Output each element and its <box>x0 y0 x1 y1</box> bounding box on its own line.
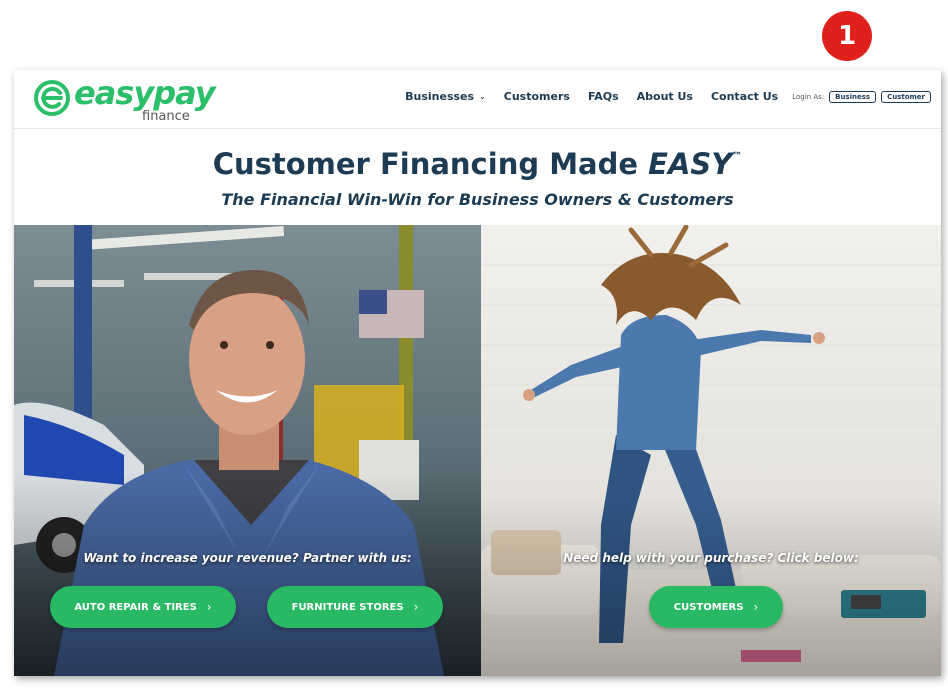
auto-repair-tires-label: AUTO REPAIR & TIRES <box>74 601 197 613</box>
easypay-e-icon <box>34 80 70 116</box>
furniture-stores-label: FURNITURE STORES <box>291 601 404 613</box>
customers-button[interactable]: CUSTOMERS › <box>649 586 783 628</box>
chevron-right-icon: › <box>753 600 759 614</box>
nav-businesses-label: Businesses <box>405 90 475 103</box>
login-group: Login As: Business Customer <box>792 90 931 103</box>
auto-repair-tires-button[interactable]: AUTO REPAIR & TIRES › <box>50 586 236 628</box>
step-marker-label: 1 <box>837 21 857 51</box>
main-nav: Businesses ⌄ Customers FAQs About Us Con… <box>405 90 931 103</box>
chevron-right-icon: › <box>206 600 212 614</box>
login-label: Login As: <box>792 92 825 101</box>
furniture-stores-button[interactable]: FURNITURE STORES › <box>267 586 443 628</box>
hero-title-prefix: Customer Financing Made <box>212 147 639 181</box>
chevron-down-icon: ⌄ <box>479 92 486 101</box>
customers-button-label: CUSTOMERS <box>673 601 744 613</box>
customer-panel: Need help with your purchase? Click belo… <box>481 225 941 676</box>
trademark-mark: ™ <box>732 151 743 162</box>
nav-customers[interactable]: Customers <box>504 90 570 103</box>
chevron-right-icon: › <box>413 600 419 614</box>
nav-businesses[interactable]: Businesses ⌄ <box>405 90 486 103</box>
customer-prompt: Need help with your purchase? Click belo… <box>563 551 859 565</box>
login-business-button[interactable]: Business <box>829 90 877 103</box>
hero-subtitle: The Financial Win-Win for Business Owner… <box>221 190 734 209</box>
step-marker: 1 <box>822 11 872 61</box>
nav-about-us[interactable]: About Us <box>637 90 693 103</box>
site-header: easypay finance Businesses ⌄ Customers F… <box>14 70 941 129</box>
business-panel: Want to increase your revenue? Partner w… <box>14 225 481 676</box>
hero-title: Customer Financing Made EASY™ <box>14 147 941 181</box>
logo-wordmark: easypay <box>74 74 216 112</box>
hero-title-emph: EASY <box>648 147 733 181</box>
nav-contact-us[interactable]: Contact Us <box>711 90 778 103</box>
website-frame: easypay finance Businesses ⌄ Customers F… <box>14 70 941 676</box>
logo-subtext: finance <box>142 109 190 124</box>
nav-faqs[interactable]: FAQs <box>588 90 619 103</box>
login-customer-button[interactable]: Customer <box>881 90 931 103</box>
business-prompt: Want to increase your revenue? Partner w… <box>83 551 412 565</box>
